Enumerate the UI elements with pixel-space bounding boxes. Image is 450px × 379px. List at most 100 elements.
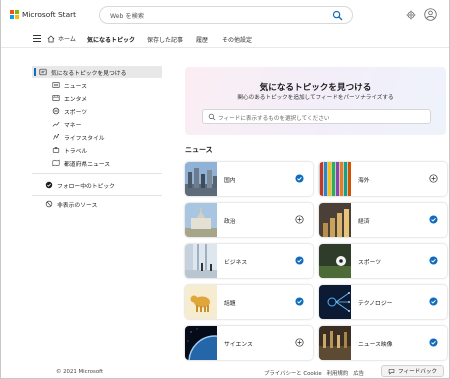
sidebar-item-label: 気になるトピックを見つける [51,70,127,77]
follow-add-icon[interactable] [295,338,304,347]
followed-check-icon[interactable] [429,338,438,347]
feedback-label: フィードバック [398,369,438,375]
followed-check-icon[interactable] [429,215,438,224]
topic-label: テクノロジー [358,301,393,307]
topic-image [185,285,217,319]
topic-search-placeholder: フィードに表示するものを選択してください [218,115,330,122]
ads-link[interactable]: 広告 [353,369,364,377]
topic-card[interactable]: 経済 [319,203,447,237]
sidebar-item-label: 都道府県ニュース [64,161,111,168]
sidebar-item-label: ライフスタイル [64,135,105,142]
sidebar-divider [32,173,162,174]
topic-image [185,162,217,196]
sidebar-item-lifestyle[interactable]: ライフスタイル [32,131,162,143]
web-search-placeholder: Web を検索 [110,13,145,20]
topic-card[interactable]: サイエンス [185,326,313,360]
lifestyle-icon [53,133,60,140]
hero-title: 気になるトピックを見つける [259,83,372,93]
footer-links: プライバシーと Cookie 利用規約 広告 [264,369,364,377]
topic-search-input[interactable]: フィードに表示するものを選択してください [202,109,431,124]
sidebar-item-sports[interactable]: スポーツ [32,105,162,117]
topic-label: スポーツ [358,260,382,266]
microsoft-start-logo[interactable]: Microsoft Start [10,10,76,19]
block-icon [45,200,53,208]
nav-home-label: ホーム [58,36,76,43]
sidebar-item-discover[interactable]: 気になるトピックを見つける [32,66,162,78]
hamburger-menu-icon[interactable] [33,35,41,42]
topic-label: 国内 [224,178,236,184]
topic-card[interactable]: ビジネス [185,244,313,278]
feedback-button[interactable]: フィードバック [381,365,445,377]
microsoft-logo-icon [10,10,19,19]
topic-label: 海外 [358,178,370,184]
sidebar-item-label: フォロー中のトピック [57,183,115,190]
topic-image [185,203,217,237]
terms-link[interactable]: 利用規約 [327,369,349,377]
topic-label: ビジネス [224,260,248,266]
topic-image [319,162,351,196]
app-window: Microsoft Start Web を検索 ホーム 気になるトピック 保存し… [0,0,450,379]
privacy-link[interactable]: プライバシーと Cookie [264,369,322,377]
topic-card[interactable]: 政治 [185,203,313,237]
topic-card[interactable]: 話題 [185,285,313,319]
map-icon [52,159,60,167]
nav-tab-history[interactable]: 履歴 [196,35,208,44]
sidebar-item-prefecture-news[interactable]: 都道府県ニュース [32,157,162,169]
section-title: ニュース [185,146,213,154]
chart-icon [52,121,60,127]
followed-check-icon[interactable] [429,256,438,265]
followed-check-icon[interactable] [295,174,304,183]
sidebar-item-entertainment[interactable]: エンタメ [32,92,162,104]
top-nav: ホーム 気になるトピック 保存した記事 履歴 その他設定 [1,30,449,48]
search-icon [208,113,216,121]
topic-label: サイエンス [224,342,253,348]
selection-indicator [34,68,36,76]
home-icon [47,34,55,42]
sidebar-divider [32,195,162,196]
topic-card[interactable]: 海外 [319,162,447,196]
nav-tab-interests[interactable]: 気になるトピック [87,35,135,44]
follow-add-icon[interactable] [429,174,438,183]
sidebar-item-following[interactable]: フォロー中のトピック [32,179,162,191]
followed-check-icon[interactable] [429,297,438,306]
topic-card[interactable]: ニュース映像 [319,326,447,360]
followed-check-icon[interactable] [295,297,304,306]
sidebar-item-label: スポーツ [64,109,88,116]
nav-home[interactable]: ホーム [47,34,76,43]
sidebar-item-hidden-sources[interactable]: 非表示のソース [32,198,162,210]
gear-icon[interactable] [406,10,416,20]
checkmark-circle-icon [45,181,53,189]
topic-card[interactable]: 国内 [185,162,313,196]
sidebar-item-news[interactable]: ニュース [32,79,162,91]
search-icon[interactable] [332,10,343,21]
sidebar-item-travel[interactable]: トラベル [32,144,162,156]
topic-card[interactable]: スポーツ [319,244,447,278]
suitcase-icon [52,147,60,153]
topic-image [319,244,351,278]
topic-image [319,326,351,360]
topic-label: ニュース映像 [358,342,393,348]
discover-hero: 気になるトピックを見つける 関心のあるトピックを追加してフィードをパーソナライズ… [185,67,446,135]
topic-image [185,244,217,278]
sports-icon [52,107,60,115]
account-icon[interactable] [424,8,437,21]
sidebar-item-money[interactable]: マネー [32,118,162,130]
topic-label: 話題 [224,301,236,307]
topics-icon [39,68,47,76]
copyright: © 2021 Microsoft [56,369,104,375]
sidebar-item-label: 非表示のソース [57,202,98,209]
feedback-icon [388,368,395,375]
topic-image [185,326,217,360]
hero-subtitle: 関心のあるトピックを追加してフィードをパーソナライズする [237,95,394,101]
followed-check-icon[interactable] [295,256,304,265]
sidebar-item-label: マネー [64,122,82,129]
sidebar-item-label: エンタメ [64,96,88,103]
web-search-box[interactable]: Web を検索 [99,6,353,24]
sidebar-item-label: トラベル [64,148,88,155]
topic-card[interactable]: テクノロジー [319,285,447,319]
follow-add-icon[interactable] [295,215,304,224]
nav-tab-settings[interactable]: その他設定 [222,35,252,44]
topic-image [319,203,351,237]
sidebar-item-label: ニュース [64,83,87,90]
nav-tab-saved[interactable]: 保存した記事 [147,35,183,44]
